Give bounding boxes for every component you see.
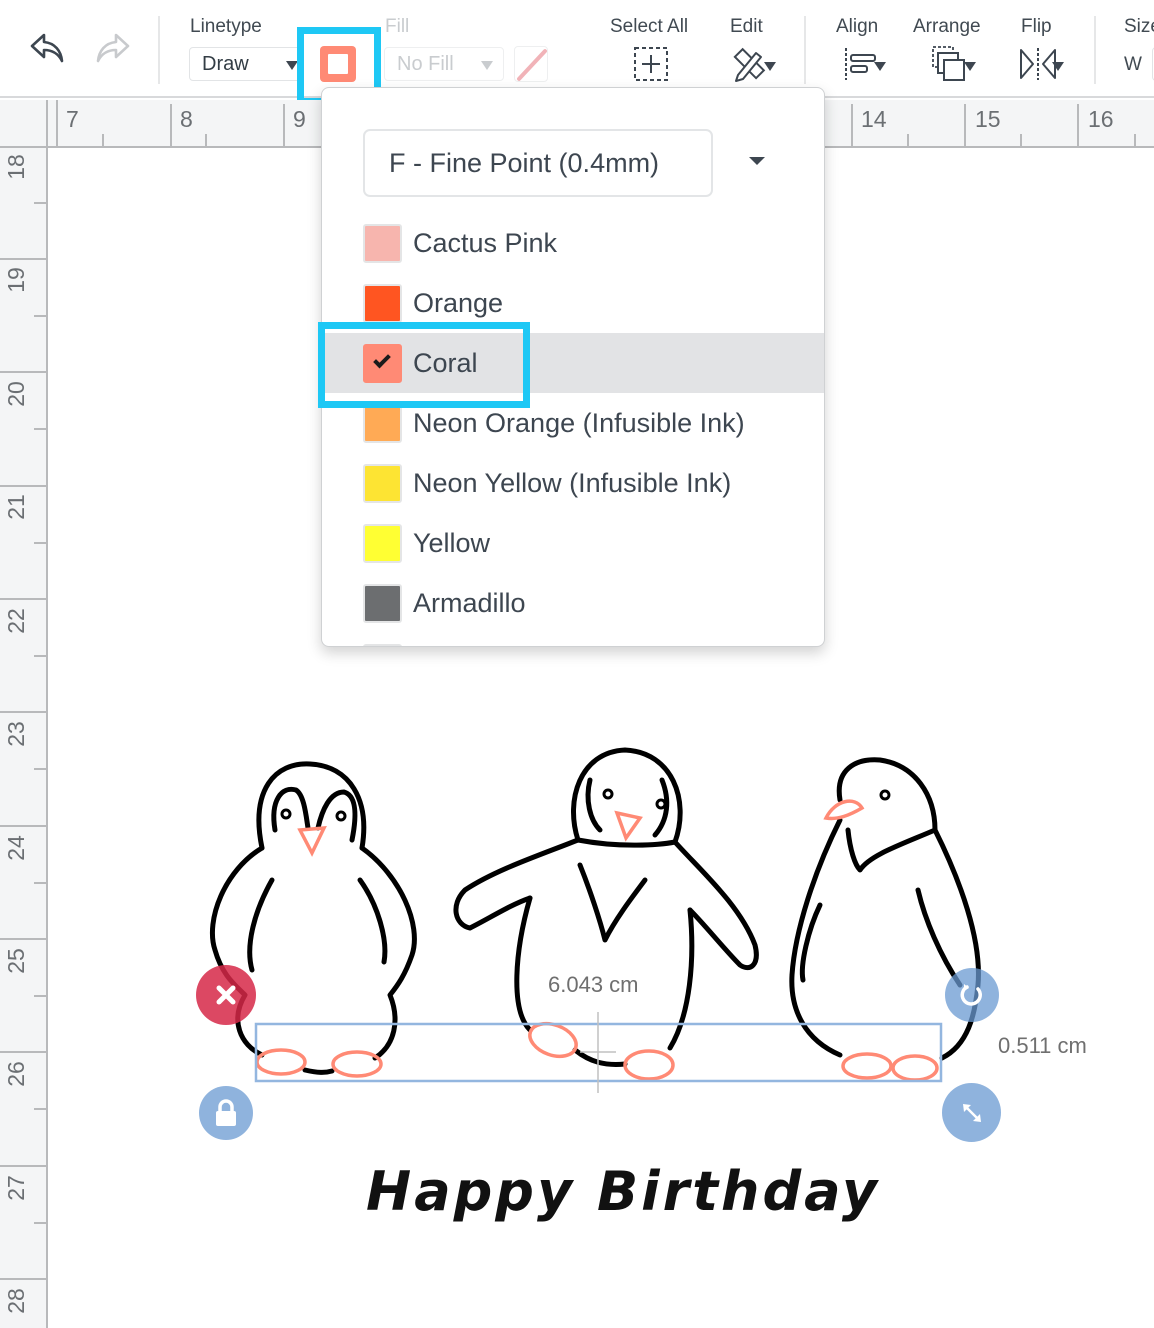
color-option-neon-orange[interactable]: Neon Orange (Infusible Ink) <box>322 393 824 453</box>
rotate-icon <box>960 984 982 1006</box>
canvas-text-happy-birthday[interactable]: Happy Birthday <box>366 1160 880 1223</box>
color-swatch <box>363 224 402 263</box>
color-swatch <box>363 404 402 443</box>
color-label: Neon Yellow (Infusible Ink) <box>413 467 732 498</box>
ruler-edge <box>56 100 58 148</box>
color-label: Neon Orange (Infusible Ink) <box>413 407 745 438</box>
rotate-handle[interactable] <box>945 968 999 1022</box>
ruler-corner <box>0 100 48 148</box>
pen-type-select[interactable]: F - Fine Point (0.4mm) <box>363 129 713 197</box>
close-icon <box>216 985 236 1005</box>
penguin-left[interactable] <box>209 761 417 1075</box>
chevron-down-icon[interactable] <box>749 157 765 165</box>
color-swatch <box>363 644 402 646</box>
resize-handle[interactable] <box>942 1083 1001 1142</box>
color-label: Yellow <box>413 527 491 558</box>
lock-handle[interactable] <box>199 1086 253 1140</box>
color-option-yellow[interactable]: Yellow <box>322 513 824 573</box>
color-swatch <box>363 464 402 503</box>
color-option-partial[interactable] <box>322 633 824 646</box>
color-label: Armadillo <box>413 587 526 618</box>
color-option-cactus-pink[interactable]: Cactus Pink <box>322 213 824 273</box>
selection-width-label: 6.043 cm <box>548 972 639 997</box>
color-option-armadillo[interactable]: Armadillo <box>322 573 824 633</box>
penguin-right[interactable] <box>789 757 981 1061</box>
color-swatch <box>363 524 402 563</box>
pen-color-dropdown: F - Fine Point (0.4mm) Cactus Pink Orang… <box>321 87 825 647</box>
color-option-orange[interactable]: Orange <box>322 273 824 333</box>
selection-height-label: 0.511 cm <box>998 1033 1087 1058</box>
pen-type-value: F - Fine Point (0.4mm) <box>389 147 660 178</box>
lock-icon <box>216 1099 236 1126</box>
color-label: Coral <box>413 347 478 378</box>
color-swatch <box>363 284 402 323</box>
color-option-neon-yellow[interactable]: Neon Yellow (Infusible Ink) <box>322 453 824 513</box>
delete-handle[interactable] <box>196 965 256 1025</box>
color-swatch <box>363 584 402 623</box>
resize-arrows-icon <box>962 1103 981 1122</box>
color-label: Orange <box>413 287 504 318</box>
color-label: Cactus Pink <box>413 227 558 258</box>
color-option-coral[interactable]: Coral <box>322 333 824 393</box>
